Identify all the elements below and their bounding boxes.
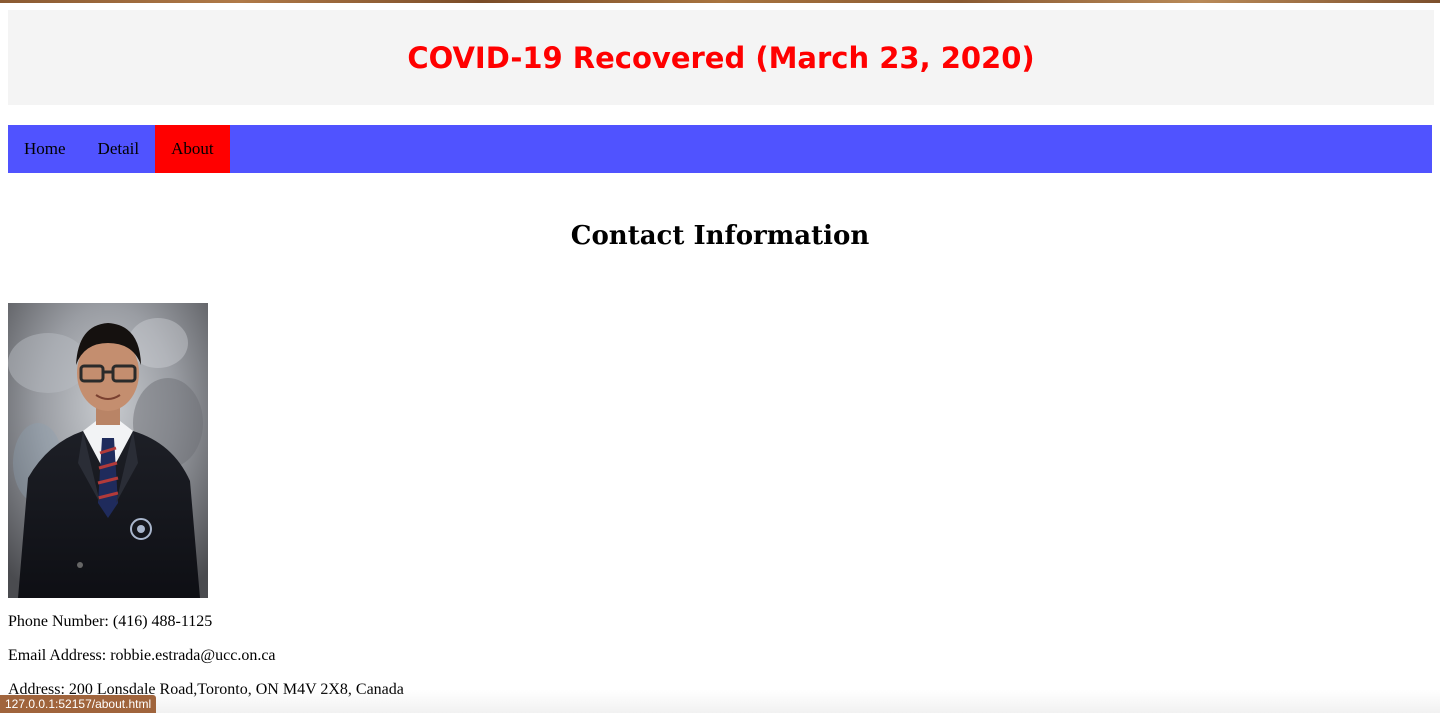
contact-heading: Contact Information — [570, 221, 870, 251]
status-bar-url: 127.0.0.1:52157/about.html — [0, 695, 157, 713]
email-address: Email Address: robbie.estrada@ucc.on.ca — [8, 647, 276, 664]
navigation-bar: Home Detail About — [8, 125, 1432, 173]
profile-photo — [8, 303, 208, 598]
nav-item-home[interactable]: Home — [8, 125, 82, 173]
nav-item-about[interactable]: About — [155, 125, 230, 173]
page-header: COVID-19 Recovered (March 23, 2020) — [8, 10, 1434, 105]
nav-item-detail[interactable]: Detail — [82, 125, 156, 173]
top-decorative-strip — [0, 0, 1440, 3]
phone-number: Phone Number: (416) 488-1125 — [8, 613, 213, 630]
page-title: COVID-19 Recovered (March 23, 2020) — [407, 40, 1035, 75]
